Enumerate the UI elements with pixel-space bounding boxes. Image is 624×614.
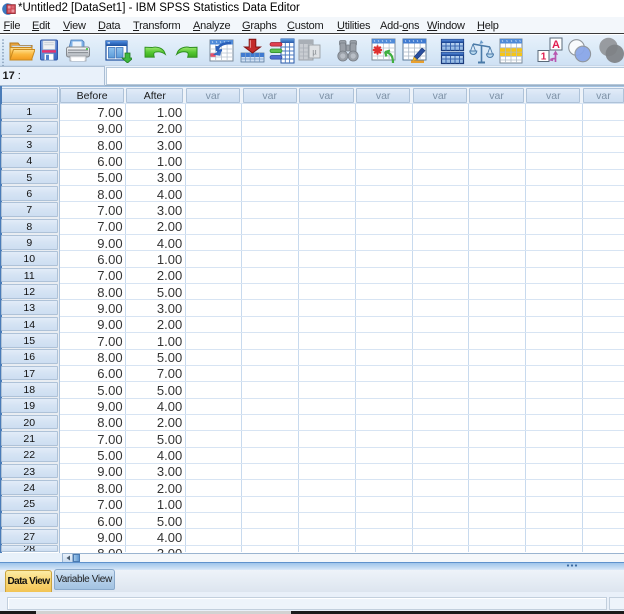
svg-text:1: 1 [541,52,547,63]
svg-text:A: A [552,39,560,51]
svg-text:μ: μ [312,47,317,57]
